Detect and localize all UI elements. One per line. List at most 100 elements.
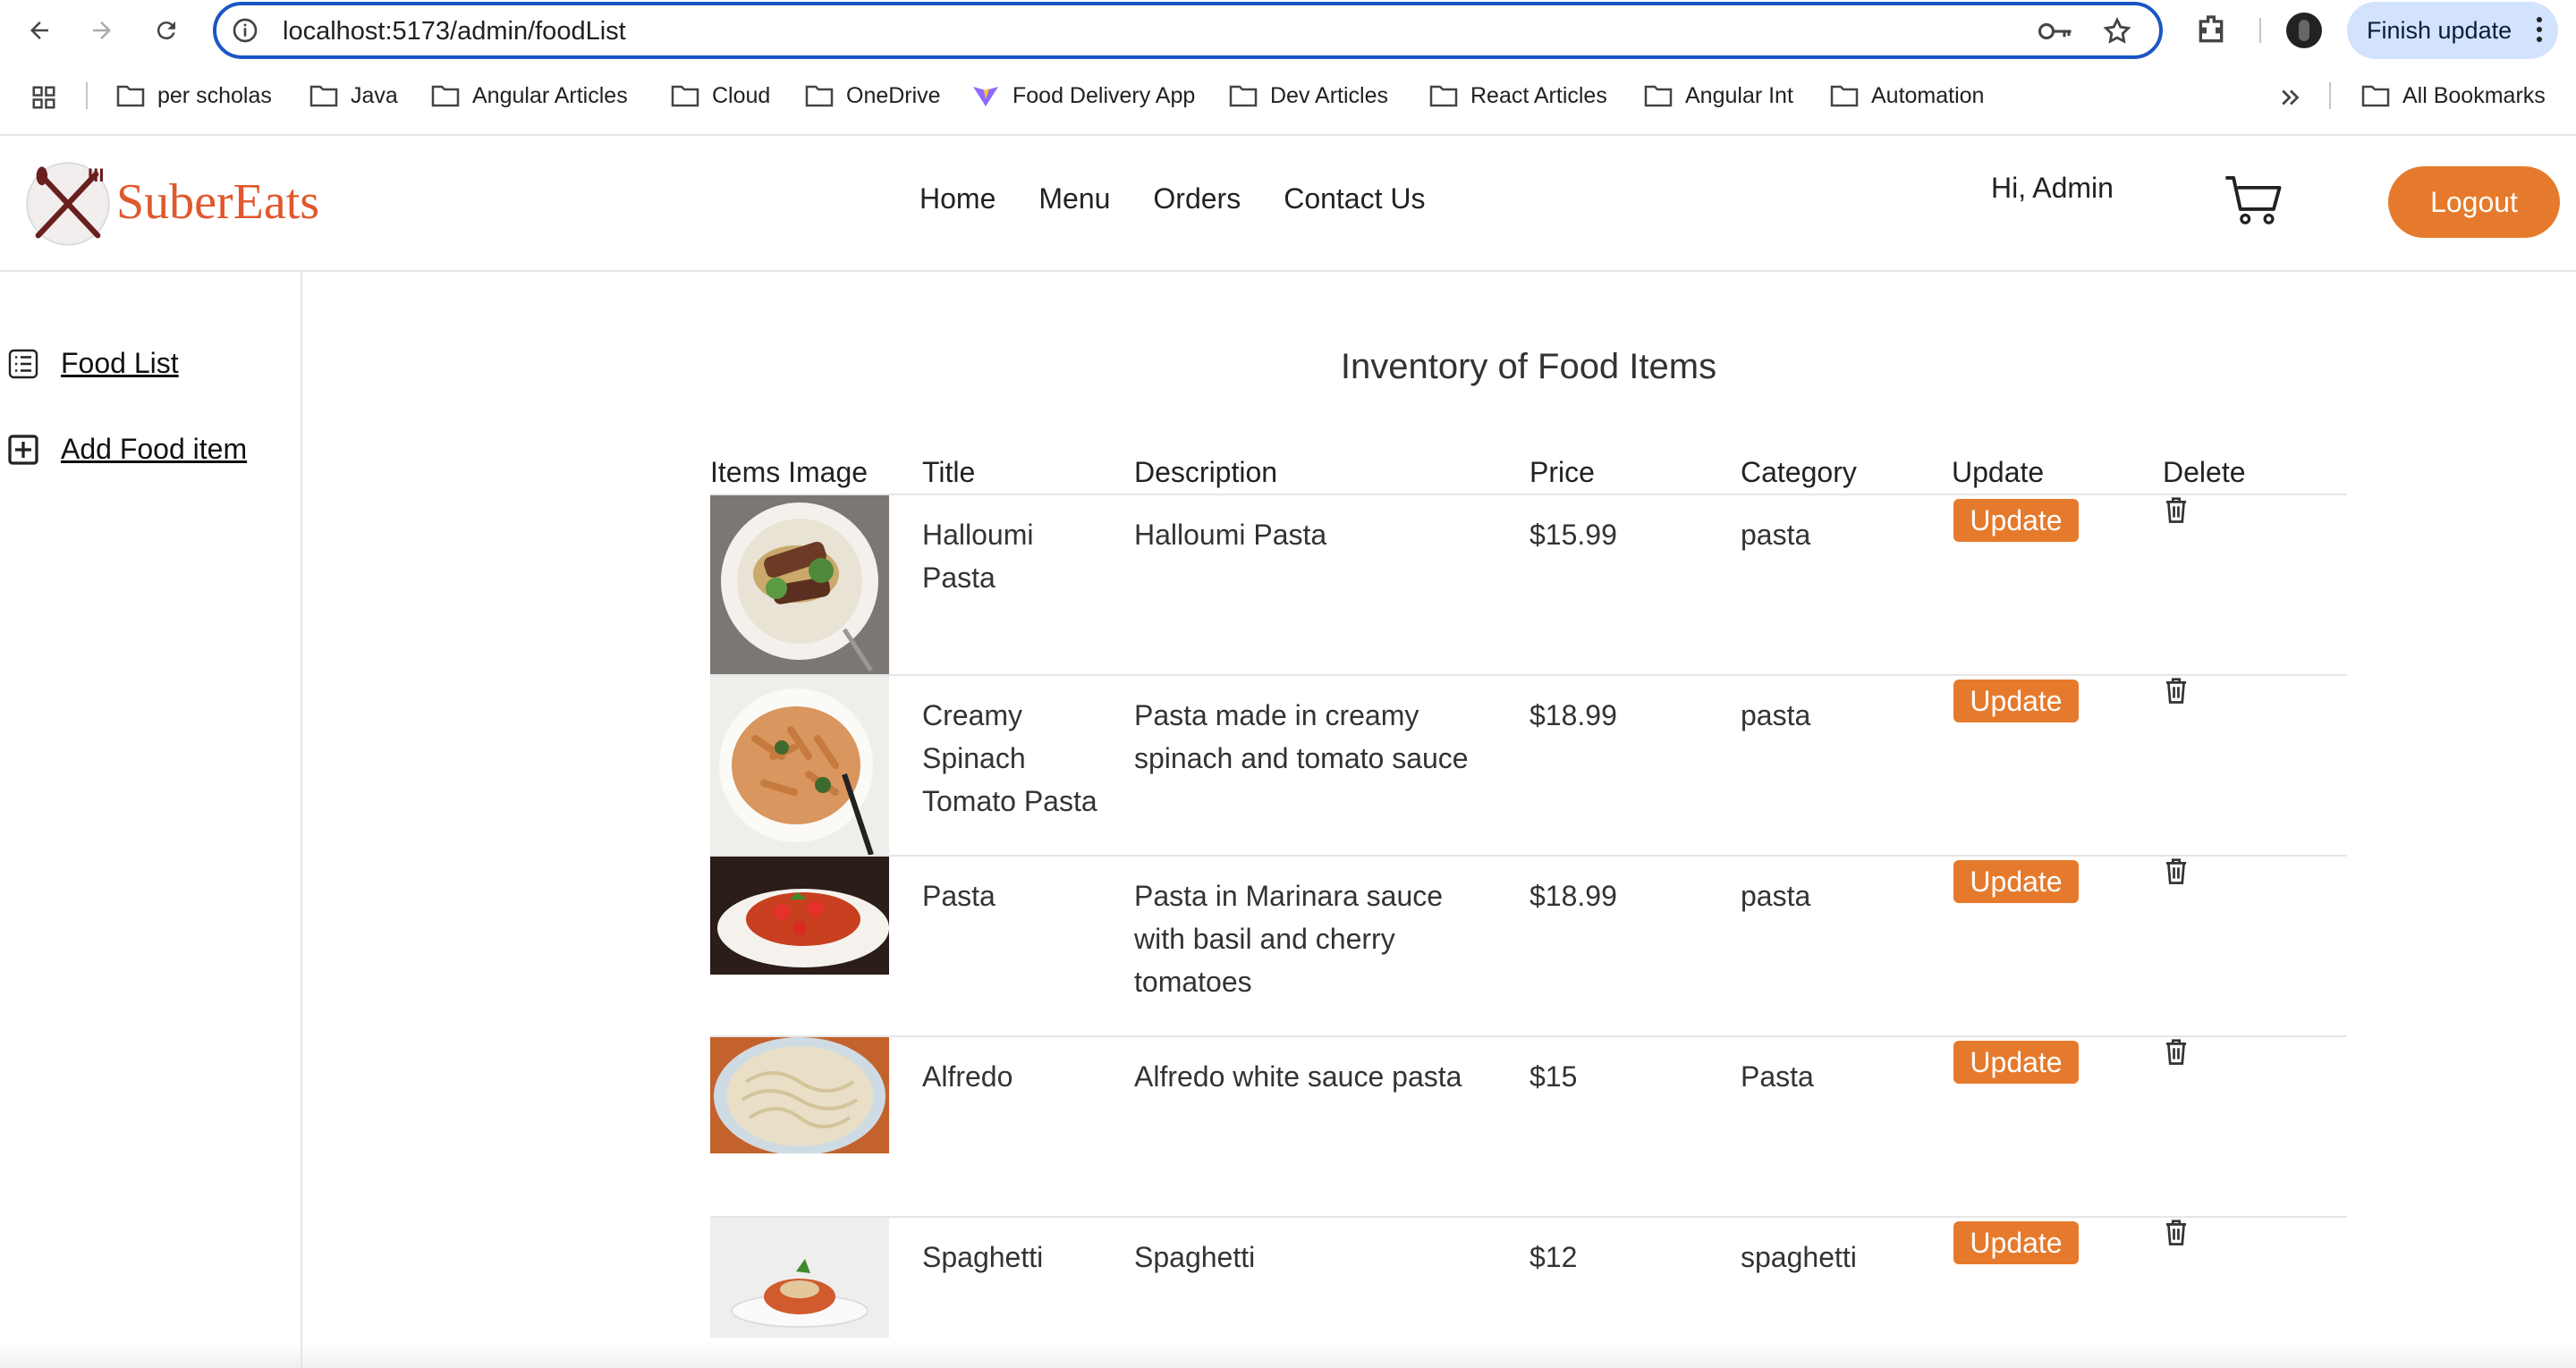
user-greeting: Hi, Admin bbox=[1991, 172, 2114, 204]
food-image bbox=[710, 1037, 889, 1153]
food-title: Pasta bbox=[922, 880, 996, 912]
bookmark-react-articles[interactable]: React Articles bbox=[1429, 80, 1607, 111]
folder-icon bbox=[431, 85, 460, 107]
food-price: $12 bbox=[1530, 1241, 1578, 1273]
double-chevron-right-icon[interactable] bbox=[2277, 84, 2304, 111]
col-header-delete: Delete bbox=[2163, 456, 2246, 488]
app-header: SuberEats Home Menu Orders Contact Us Hi… bbox=[0, 134, 2576, 272]
brand-name[interactable]: SuberEats bbox=[116, 173, 319, 231]
table-row: Alfredo Alfredo white sauce pasta $15 Pa… bbox=[710, 1037, 2347, 1218]
profile-avatar[interactable] bbox=[2286, 13, 2322, 48]
trash-icon[interactable] bbox=[2163, 676, 2190, 705]
food-price: $15.99 bbox=[1530, 519, 1617, 551]
table-row: Creamy Spinach Tomato Pasta Pasta made i… bbox=[710, 676, 2347, 857]
window-bottom-shadow bbox=[0, 1341, 2576, 1368]
site-info-icon[interactable] bbox=[231, 16, 259, 45]
bookmark-cloud[interactable]: Cloud bbox=[671, 80, 770, 111]
password-key-icon[interactable] bbox=[2038, 18, 2073, 45]
bookmark-per-scholas[interactable]: per scholas bbox=[116, 80, 272, 111]
url-text[interactable]: localhost:5173/admin/foodList bbox=[283, 16, 626, 46]
sidebar-item-add-food[interactable]: Add Food item bbox=[7, 433, 247, 466]
update-button[interactable]: Update bbox=[1953, 499, 2079, 542]
food-category: pasta bbox=[1741, 699, 1811, 731]
food-category: spaghetti bbox=[1741, 1241, 1857, 1273]
forward-icon[interactable] bbox=[84, 13, 120, 48]
bookmark-food-delivery-app[interactable]: Food Delivery App bbox=[971, 80, 1195, 111]
folder-icon bbox=[116, 85, 145, 107]
browser-toolbar: localhost:5173/admin/foodList Finish upd… bbox=[0, 0, 2576, 61]
bookmark-angular-int[interactable]: Angular Int bbox=[1644, 80, 1793, 111]
more-menu-icon[interactable] bbox=[2537, 16, 2542, 43]
nav-home[interactable]: Home bbox=[919, 182, 996, 215]
update-button[interactable]: Update bbox=[1953, 860, 2079, 903]
table-header: Items Image Title Description Price Cate… bbox=[710, 452, 2347, 495]
folder-icon bbox=[1644, 85, 1673, 107]
food-category: pasta bbox=[1741, 880, 1811, 912]
back-icon[interactable] bbox=[21, 13, 57, 48]
food-image bbox=[710, 676, 889, 855]
col-header-image: Items Image bbox=[710, 456, 869, 488]
admin-sidebar: Food List Add Food item bbox=[0, 272, 302, 1368]
col-header-title: Title bbox=[922, 456, 976, 488]
bookmark-automation[interactable]: Automation bbox=[1830, 80, 1984, 111]
folder-icon bbox=[671, 85, 699, 107]
food-price: $15 bbox=[1530, 1060, 1578, 1093]
brand-logo-icon[interactable] bbox=[21, 157, 114, 250]
update-button[interactable]: Update bbox=[1953, 1041, 2079, 1084]
col-header-category: Category bbox=[1741, 456, 1857, 488]
address-bar[interactable]: localhost:5173/admin/foodList bbox=[213, 2, 2163, 59]
nav-contact-us[interactable]: Contact Us bbox=[1284, 182, 1425, 215]
food-price: $18.99 bbox=[1530, 880, 1617, 912]
food-description: Pasta in Marinara sauce with basil and c… bbox=[1134, 880, 1444, 998]
bookmark-star-icon[interactable] bbox=[2102, 16, 2132, 46]
sidebar-item-label[interactable]: Food List bbox=[61, 347, 179, 380]
vite-logo-icon bbox=[973, 87, 998, 106]
bookmarks-bar: per scholas Java Angular Articles Cloud … bbox=[0, 73, 2576, 118]
food-title: Halloumi Pasta bbox=[922, 519, 1034, 594]
folder-icon bbox=[1429, 85, 1458, 107]
sidebar-item-label[interactable]: Add Food item bbox=[61, 433, 247, 466]
folder-icon bbox=[805, 85, 834, 107]
folder-icon bbox=[1830, 85, 1859, 107]
food-price: $18.99 bbox=[1530, 699, 1617, 731]
food-image bbox=[710, 857, 889, 975]
trash-icon[interactable] bbox=[2163, 1218, 2190, 1246]
plus-square-icon bbox=[8, 434, 38, 465]
table-row: Pasta Pasta in Marinara sauce with basil… bbox=[710, 857, 2347, 1037]
logout-button[interactable]: Logout bbox=[2388, 166, 2560, 238]
cart-icon[interactable] bbox=[2222, 168, 2284, 231]
col-header-price: Price bbox=[1530, 456, 1595, 488]
food-title: Creamy Spinach Tomato Pasta bbox=[922, 699, 1097, 817]
nav-menu[interactable]: Menu bbox=[1038, 182, 1110, 215]
bookmark-dev-articles[interactable]: Dev Articles bbox=[1229, 80, 1388, 111]
nav-orders[interactable]: Orders bbox=[1153, 182, 1241, 215]
finish-update-button[interactable]: Finish update bbox=[2347, 2, 2558, 59]
trash-icon[interactable] bbox=[2163, 1037, 2190, 1066]
food-image bbox=[710, 1218, 889, 1338]
toolbar-divider bbox=[2259, 18, 2261, 43]
food-image bbox=[710, 495, 889, 674]
folder-icon bbox=[1229, 85, 1258, 107]
bookmark-angular-articles[interactable]: Angular Articles bbox=[431, 80, 628, 111]
sidebar-item-food-list[interactable]: Food List bbox=[7, 347, 179, 380]
trash-icon[interactable] bbox=[2163, 495, 2190, 524]
food-title: Spaghetti bbox=[922, 1241, 1044, 1273]
page-title: Inventory of Food Items bbox=[1340, 347, 1717, 386]
extensions-icon[interactable] bbox=[2193, 13, 2229, 48]
apps-grid-icon[interactable] bbox=[30, 84, 57, 111]
update-button[interactable]: Update bbox=[1953, 1221, 2079, 1264]
update-button[interactable]: Update bbox=[1953, 680, 2079, 722]
bookmark-separator bbox=[86, 82, 88, 109]
bookmark-all-bookmarks[interactable]: All Bookmarks bbox=[2361, 80, 2546, 111]
folder-icon bbox=[309, 85, 338, 107]
food-category: pasta bbox=[1741, 519, 1811, 551]
table-row: Halloumi Pasta Halloumi Pasta $15.99 pas… bbox=[710, 495, 2347, 676]
food-table: Items Image Title Description Price Cate… bbox=[710, 452, 2347, 1368]
trash-icon[interactable] bbox=[2163, 857, 2190, 885]
folder-icon bbox=[2361, 85, 2390, 107]
bookmark-java[interactable]: Java bbox=[309, 80, 398, 111]
food-title: Alfredo bbox=[922, 1060, 1013, 1093]
reload-icon[interactable] bbox=[148, 13, 184, 48]
bookmark-onedrive[interactable]: OneDrive bbox=[805, 80, 941, 111]
col-header-update: Update bbox=[1952, 456, 2045, 488]
